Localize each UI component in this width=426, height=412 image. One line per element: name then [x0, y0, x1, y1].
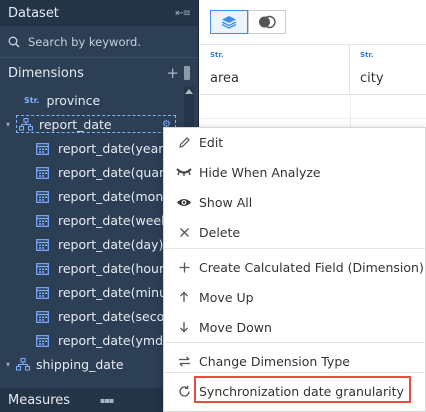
- menu-item-label: Edit: [199, 134, 224, 150]
- menu-item-label: Hide When Analyze: [199, 164, 321, 180]
- column-header-area[interactable]: Str. area: [200, 45, 350, 94]
- menu-item-move-down[interactable]: Move Down: [164, 315, 426, 339]
- dimension-label: report_date(week): [58, 212, 174, 228]
- string-type-badge: Str.: [24, 95, 40, 105]
- dimension-label: province: [46, 92, 101, 108]
- scroll-up-icon[interactable]: [185, 89, 193, 94]
- menu-item-change-dimension-type[interactable]: Change Dimension Type: [164, 349, 426, 373]
- close-icon: [176, 224, 192, 240]
- calendar-icon: [36, 262, 49, 275]
- view-toolbar: [200, 0, 426, 45]
- calendar-icon: [36, 214, 49, 227]
- menu-item-move-up[interactable]: Move Up: [164, 285, 426, 309]
- menu-divider: [164, 342, 426, 343]
- menu-item-create-calculated-field-dimension[interactable]: Create Calculated Field (Dimension): [164, 255, 426, 279]
- menu-item-show-all[interactable]: Show All: [164, 190, 426, 214]
- menu-item-label: Show All: [199, 194, 253, 210]
- contrast-view-button[interactable]: [248, 10, 286, 34]
- calendar-icon: [36, 238, 49, 251]
- menu-item-synchronization-date-granularity[interactable]: Synchronization date granularity: [164, 379, 426, 403]
- menu-item-label: Change Dimension Type: [199, 353, 350, 369]
- collapse-panel-icon[interactable]: ⇤≡: [175, 8, 191, 19]
- contrast-icon: [259, 15, 276, 29]
- plus-icon: [176, 259, 192, 275]
- expand-caret-icon[interactable]: ▾: [6, 120, 16, 129]
- expand-caret-icon[interactable]: ▾: [6, 360, 16, 369]
- calendar-icon: [36, 310, 49, 323]
- calendar-icon: [36, 190, 49, 203]
- menu-item-label: Move Down: [199, 319, 272, 335]
- resize-handle-icon[interactable]: ▪▪▪: [100, 396, 114, 405]
- search-box[interactable]: Search by keyword.: [0, 26, 198, 58]
- eye-icon: [176, 194, 192, 210]
- dimension-item-province[interactable]: Str. province: [0, 88, 198, 112]
- search-icon: [8, 36, 20, 47]
- dimension-label: shipping_date: [36, 356, 124, 372]
- menu-divider: [164, 372, 426, 373]
- dimensions-header: Dimensions +: [0, 58, 198, 88]
- column-header-city[interactable]: Str. city: [350, 45, 426, 94]
- calendar-icon: [36, 142, 49, 155]
- column-name: city: [360, 71, 384, 86]
- dataset-header: Dataset ⇤≡: [0, 0, 198, 26]
- add-dimension-button[interactable]: +: [166, 64, 179, 82]
- calendar-icon: [36, 166, 49, 179]
- context-menu: Edit Hide When Analyze Show All Delete Creat…: [163, 127, 426, 412]
- dimension-label: report_date(day): [58, 236, 164, 252]
- dimension-label: report_date(ymd): [58, 332, 168, 348]
- hierarchy-icon: [19, 117, 33, 130]
- menu-item-label: Create Calculated Field (Dimension): [199, 259, 424, 275]
- calendar-icon: [36, 286, 49, 299]
- swap-icon: [176, 353, 192, 369]
- dimensions-title: Dimensions: [8, 65, 84, 81]
- measures-title: Measures: [8, 392, 71, 408]
- menu-item-delete[interactable]: Delete: [164, 220, 426, 244]
- eye-slash-icon: [176, 164, 192, 180]
- dataset-title: Dataset: [8, 5, 59, 21]
- menu-item-label: Delete: [199, 224, 241, 240]
- arrow-down-icon: [176, 319, 192, 335]
- calendar-icon: [36, 334, 49, 347]
- dimension-label: report_date(year): [58, 140, 169, 156]
- table-header: Str. area Str. city: [200, 45, 426, 95]
- layers-view-button[interactable]: [210, 10, 248, 34]
- pencil-icon: [176, 134, 192, 150]
- dimension-label: report_date(hour): [58, 260, 169, 276]
- hierarchy-icon: [16, 357, 30, 370]
- scrollbar-thumb[interactable]: [184, 66, 190, 80]
- search-input[interactable]: Search by keyword.: [28, 35, 141, 49]
- menu-item-label: Synchronization date granularity: [199, 383, 404, 399]
- column-name: area: [210, 71, 239, 86]
- refresh-icon: [176, 383, 192, 399]
- string-type-badge: Str.: [210, 51, 224, 59]
- menu-item-label: Move Up: [199, 289, 254, 305]
- menu-divider: [164, 248, 426, 249]
- menu-item-hide-when-analyze[interactable]: Hide When Analyze: [164, 160, 426, 184]
- arrow-up-icon: [176, 289, 192, 305]
- dimension-label: report_date: [39, 116, 112, 132]
- table-row: [200, 95, 426, 119]
- string-type-badge: Str.: [360, 51, 374, 59]
- layers-icon: [221, 16, 237, 29]
- menu-item-edit[interactable]: Edit: [164, 130, 426, 154]
